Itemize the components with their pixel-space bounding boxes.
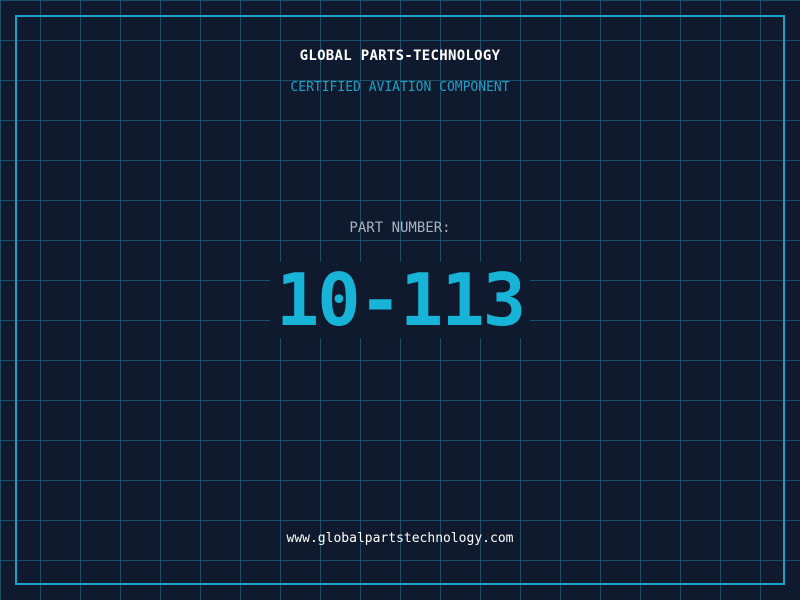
part-number-container: 10-113 — [0, 262, 800, 338]
company-name: GLOBAL PARTS-TECHNOLOGY — [299, 48, 501, 64]
website-url: www.globalpartstechnology.com — [286, 531, 514, 546]
certification-subtitle: CERTIFIED AVIATION COMPONENT — [290, 80, 510, 95]
part-number-label: PART NUMBER: — [349, 220, 451, 236]
part-number-value: 10-113 — [269, 262, 531, 338]
